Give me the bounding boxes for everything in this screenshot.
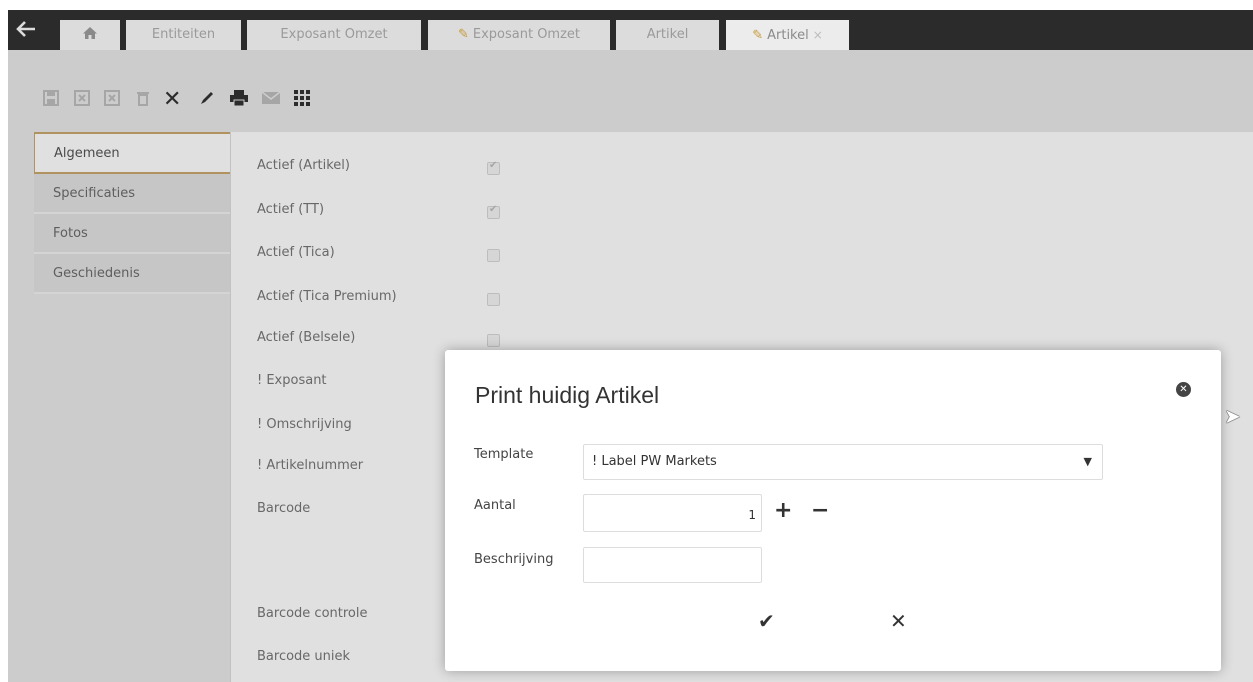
pencil-icon: ✎ xyxy=(457,27,469,42)
close-circle-icon[interactable]: ✕ xyxy=(1176,382,1191,397)
tab-exposant-omzet[interactable]: Exposant Omzet xyxy=(247,20,421,50)
back-arrow-icon[interactable] xyxy=(8,10,44,50)
tab-artikel[interactable]: Artikel xyxy=(616,20,719,50)
mouse-cursor-icon: ➤ xyxy=(1224,404,1241,428)
aantal-input[interactable]: 1 xyxy=(583,494,762,532)
tab-artikel-edit[interactable]: ✎ Artikel × xyxy=(726,20,849,50)
dialog-title: Print huidig Artikel xyxy=(475,382,660,408)
beschrijving-label: Beschrijving xyxy=(474,552,554,567)
tab-close-icon[interactable]: × xyxy=(813,28,823,42)
tab-exposant-omzet-edit[interactable]: ✎ Exposant Omzet xyxy=(428,20,610,50)
tab-bar: Entiteiten Exposant Omzet ✎ Exposant Omze… xyxy=(8,10,1253,50)
confirm-check-icon[interactable]: ✔ xyxy=(758,609,775,633)
template-select[interactable]: ! Label PW Markets ▼ xyxy=(583,444,1103,480)
beschrijving-input[interactable] xyxy=(583,547,762,583)
caret-down-icon: ▼ xyxy=(1083,455,1092,468)
template-label: Template xyxy=(474,447,534,462)
cancel-x-icon[interactable]: ✕ xyxy=(890,609,907,633)
home-icon xyxy=(82,27,98,42)
tab-home[interactable] xyxy=(60,20,120,50)
minus-icon[interactable]: − xyxy=(811,496,829,526)
print-dialog: Print huidig Artikel ✕ Template ! Label … xyxy=(445,350,1221,671)
pencil-icon: ✎ xyxy=(752,28,764,43)
aantal-label: Aantal xyxy=(474,498,516,513)
plus-icon[interactable]: + xyxy=(774,496,792,526)
tab-entiteiten[interactable]: Entiteiten xyxy=(126,20,241,50)
